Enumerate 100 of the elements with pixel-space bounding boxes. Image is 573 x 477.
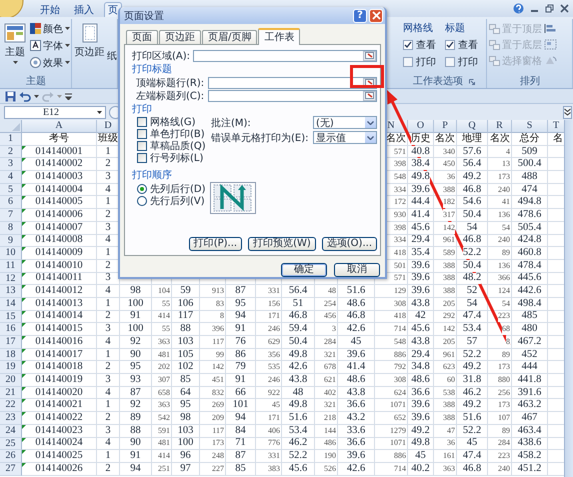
undo-icon[interactable] <box>19 90 31 102</box>
align-icon[interactable] <box>544 23 558 34</box>
row-header[interactable]: 27 <box>0 462 22 476</box>
dialog-button[interactable]: 打印(P)... <box>188 237 242 251</box>
dialog-button[interactable]: 选项(O)... <box>322 237 377 251</box>
row-header[interactable]: 17 <box>0 336 22 349</box>
row-header[interactable]: 3 <box>0 158 22 172</box>
column-header[interactable]: A <box>22 120 97 133</box>
restore-icon[interactable] <box>545 4 554 13</box>
save-icon[interactable] <box>5 90 16 102</box>
column-header[interactable]: O <box>408 120 434 133</box>
checkbox-option[interactable]: 查看 <box>445 38 483 52</box>
font-icon <box>30 40 41 51</box>
radio-button[interactable] <box>137 196 147 206</box>
checkbox-option[interactable]: 打印 <box>445 55 483 69</box>
column-header[interactable]: Q <box>457 120 488 133</box>
themes-button[interactable]: 主题 <box>2 21 28 76</box>
page-setup-button[interactable]: 纸 <box>107 51 117 63</box>
row-header[interactable]: 22 <box>0 399 22 412</box>
checkbox-option[interactable]: 单色打印(B) <box>137 128 211 140</box>
row-header[interactable]: 7 <box>0 209 22 222</box>
dialog-tab[interactable]: 页面 <box>126 30 158 44</box>
checkbox[interactable] <box>137 141 147 151</box>
caret-icon <box>57 94 62 98</box>
close-icon[interactable] <box>560 4 569 13</box>
radio-option[interactable]: 先列后行(D) <box>137 183 206 195</box>
column-header[interactable]: S <box>512 120 548 133</box>
theme-option-button[interactable]: 效果 <box>30 55 70 70</box>
checkbox[interactable] <box>137 117 147 127</box>
row-header[interactable]: 15 <box>0 310 22 324</box>
row-header[interactable]: 14 <box>0 298 22 311</box>
checkbox[interactable] <box>403 40 413 50</box>
dialog-tab[interactable]: 页眉/页脚 <box>202 30 258 44</box>
checkbox[interactable] <box>137 153 147 163</box>
dialog-launcher-icon[interactable] <box>469 79 475 85</box>
dropdown-button[interactable] <box>365 117 376 128</box>
ribbon-tab[interactable]: 开始 <box>36 2 64 17</box>
row-header[interactable]: 13 <box>0 285 22 298</box>
dropdown[interactable]: (无) <box>313 116 377 129</box>
row-header[interactable]: 6 <box>0 196 22 210</box>
row-header[interactable]: 19 <box>0 361 22 374</box>
collapse-dialog-button[interactable] <box>363 50 376 60</box>
dialog-button[interactable]: 取消 <box>334 263 380 277</box>
scrollbar[interactable] <box>564 120 573 477</box>
radio-option[interactable]: 先行后列(V) <box>137 195 206 207</box>
row-header[interactable]: 2 <box>0 146 22 158</box>
row-header[interactable]: 9 <box>0 234 22 248</box>
dropdown[interactable]: 显示值 <box>313 131 377 144</box>
row-header[interactable]: 23 <box>0 412 22 425</box>
checkbox-option[interactable]: 打印 <box>403 55 441 69</box>
ribbon-tab[interactable]: 页 <box>104 2 122 17</box>
column-header[interactable]: R <box>488 120 512 133</box>
checkbox[interactable] <box>137 129 147 139</box>
column-header[interactable]: T <box>548 120 564 133</box>
close-button[interactable] <box>369 8 383 22</box>
row-header[interactable]: 21 <box>0 386 22 400</box>
ribbon-tab[interactable]: 插入 <box>70 2 98 17</box>
table-cell: 014140004 <box>35 184 83 196</box>
checkbox[interactable] <box>445 40 455 50</box>
expand-formula-button[interactable] <box>563 106 572 118</box>
dialog-tab[interactable]: 页边距 <box>159 30 201 44</box>
row-header[interactable]: 25 <box>0 438 22 450</box>
checkbox-option[interactable]: 草稿品质(Q) <box>137 140 211 152</box>
table-cell: 481 <box>158 348 170 360</box>
column-header[interactable]: P <box>434 120 457 133</box>
row-header[interactable]: 4 <box>0 171 22 184</box>
dialog-button[interactable]: 打印预览(W) <box>248 237 316 251</box>
row-header[interactable]: 18 <box>0 348 22 362</box>
help-icon[interactable] <box>513 3 524 14</box>
collapse-dialog-button[interactable] <box>363 90 376 100</box>
row-header[interactable]: 24 <box>0 424 22 438</box>
column-header[interactable]: D <box>97 120 120 133</box>
row-header[interactable]: 26 <box>0 450 22 463</box>
row-header[interactable]: 11 <box>0 260 22 273</box>
row-header[interactable]: 20 <box>0 374 22 387</box>
row-header[interactable]: 10 <box>0 247 22 260</box>
row-header[interactable]: 5 <box>0 184 22 196</box>
checkbox-option[interactable]: 网格线(G) <box>137 116 211 128</box>
name-box[interactable]: E12 <box>4 106 106 118</box>
theme-option-button[interactable]: 字体 <box>30 38 70 53</box>
row-header[interactable]: 16 <box>0 323 22 336</box>
dialog-button[interactable]: 确定 <box>281 263 327 277</box>
checkbox[interactable] <box>445 57 455 67</box>
row-header[interactable]: 8 <box>0 222 22 234</box>
checkbox-option[interactable]: 行号列标(L) <box>137 152 211 164</box>
dialog-tab[interactable]: 工作表 <box>258 28 300 45</box>
row-header[interactable]: 12 <box>0 272 22 286</box>
margins-button[interactable]: 页边距 <box>74 21 105 88</box>
checkbox-option[interactable]: 查看 <box>403 38 441 52</box>
theme-option-button[interactable]: 颜色 <box>30 21 70 36</box>
row-header[interactable]: 1 <box>0 133 22 146</box>
checkbox[interactable] <box>403 57 413 67</box>
customize-toolbar-icon[interactable] <box>65 92 72 100</box>
input-field[interactable] <box>193 50 377 62</box>
radio-button[interactable] <box>137 184 147 194</box>
input-field[interactable] <box>208 90 377 102</box>
help-button[interactable]: ? <box>353 8 367 22</box>
dropdown-button[interactable] <box>365 132 376 143</box>
table-cell: 658 <box>158 386 170 398</box>
input-field[interactable] <box>208 76 377 88</box>
